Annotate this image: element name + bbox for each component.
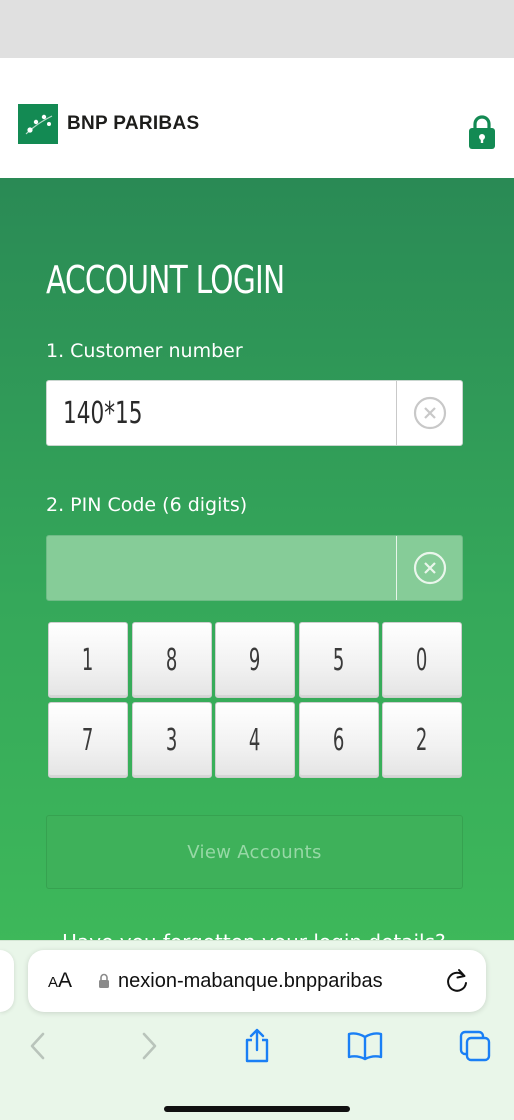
address-bar[interactable]: AA nexion-mabanque.bnpparibas bbox=[28, 950, 486, 1012]
pin-code-value[interactable] bbox=[47, 536, 396, 600]
pin-code-field[interactable] bbox=[46, 535, 463, 601]
book-icon[interactable] bbox=[347, 1028, 383, 1064]
field-divider bbox=[396, 536, 397, 600]
url-text[interactable]: nexion-mabanque.bnpparibas bbox=[118, 970, 418, 993]
brand-logo[interactable]: BNP PARIBAS bbox=[18, 104, 199, 144]
home-indicator bbox=[164, 1106, 350, 1112]
keypad-key[interactable]: 7 bbox=[48, 702, 128, 778]
chevron-right-icon[interactable] bbox=[131, 1028, 167, 1064]
view-accounts-button[interactable]: View Accounts bbox=[46, 815, 463, 889]
keypad-key[interactable]: 3 bbox=[131, 702, 212, 778]
keypad-key[interactable]: 0 bbox=[382, 622, 462, 698]
clear-circle-x-icon bbox=[413, 551, 446, 585]
previous-tab-edge[interactable] bbox=[0, 950, 14, 1012]
customer-number-label: 1. Customer number bbox=[46, 340, 243, 362]
keypad-key[interactable]: 5 bbox=[298, 622, 379, 698]
reader-settings-button[interactable]: AA bbox=[48, 969, 72, 993]
keypad-key[interactable]: 6 bbox=[298, 702, 379, 778]
keypad-key[interactable]: 2 bbox=[382, 702, 462, 778]
keypad-key[interactable]: 4 bbox=[215, 702, 295, 778]
logo-stars-icon bbox=[18, 104, 58, 144]
pin-keypad: 1 8 9 5 0 7 3 4 6 2 bbox=[48, 622, 462, 778]
brand-name: BNP PARIBAS bbox=[67, 113, 200, 134]
clear-circle-x-icon bbox=[413, 396, 446, 430]
keypad-key[interactable]: 8 bbox=[131, 622, 212, 698]
share-icon[interactable] bbox=[239, 1028, 275, 1064]
lock-icon[interactable] bbox=[468, 114, 496, 150]
clear-pin-button[interactable] bbox=[397, 536, 462, 600]
reload-icon[interactable] bbox=[444, 967, 470, 995]
page-title: ACCOUNT LOGIN bbox=[46, 258, 285, 302]
customer-number-value[interactable]: 140*15 bbox=[47, 381, 396, 445]
status-bar-area bbox=[0, 0, 514, 58]
pin-code-label: 2. PIN Code (6 digits) bbox=[46, 494, 248, 516]
secure-lock-icon bbox=[99, 973, 110, 988]
keypad-key[interactable]: 9 bbox=[215, 622, 295, 698]
chevron-left-icon[interactable] bbox=[20, 1028, 56, 1064]
customer-number-field[interactable]: 140*15 bbox=[46, 380, 463, 446]
tabs-icon[interactable] bbox=[457, 1028, 493, 1064]
keypad-key[interactable]: 1 bbox=[48, 622, 128, 698]
clear-customer-button[interactable] bbox=[397, 381, 462, 445]
